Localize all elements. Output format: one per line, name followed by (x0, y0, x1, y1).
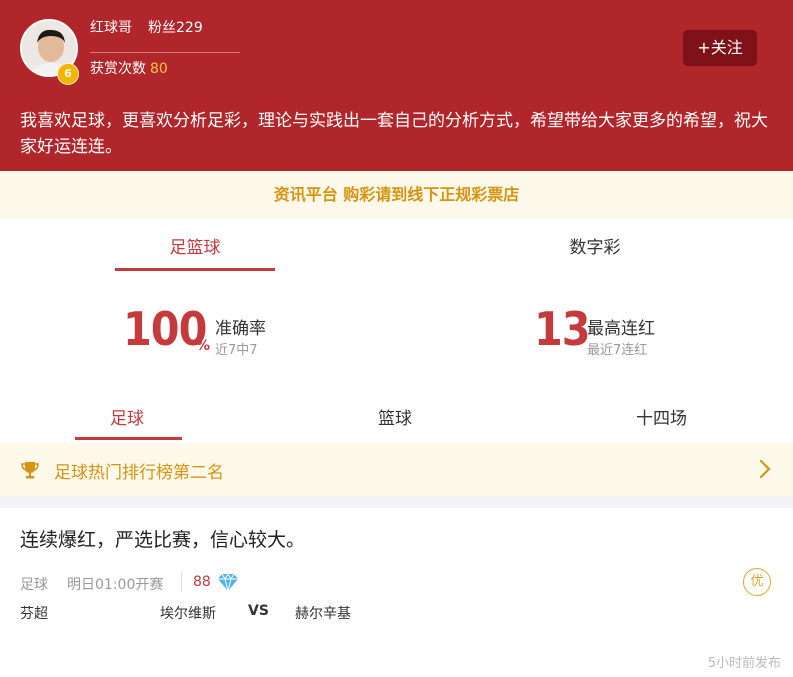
publish-time: 5小时前发布 (707, 656, 781, 671)
accuracy-value: 100 (123, 302, 207, 356)
profile-bio: 我喜欢足球，更喜欢分析足彩，理论与实践出一套自己的分析方式，希望带给大家更多的希… (20, 111, 768, 157)
accuracy-label: 准确率 (215, 319, 266, 339)
streak-value: 13 (534, 302, 591, 356)
post-sport: 足球 (20, 577, 48, 593)
notice-banner: 资讯平台 购彩请到线下正规彩票店 (0, 171, 793, 219)
reward-count: 80 (150, 61, 168, 77)
username: 红球哥 (90, 20, 132, 36)
reward-info: 获赏次数 80 (90, 58, 168, 78)
tab-football[interactable]: 足球 (110, 404, 144, 429)
ranking-text: 足球热门排行榜第二名 (54, 463, 224, 483)
diamond-icon (218, 573, 238, 592)
streak-label: 最高连红 (587, 319, 655, 339)
accuracy-sub: 近7中7 (215, 343, 258, 358)
chevron-right-icon[interactable] (758, 458, 772, 480)
post-kickoff: 明日01:00开赛 (67, 577, 164, 593)
section-gap (0, 496, 793, 508)
tab-digital-lottery[interactable]: 数字彩 (515, 233, 675, 258)
follow-button[interactable]: +关注 (683, 30, 757, 66)
active-subtab-indicator (75, 437, 182, 440)
fans-count: 粉丝229 (148, 20, 203, 36)
reward-label: 获赏次数 (90, 61, 146, 77)
tab-football-basketball[interactable]: 足篮球 (115, 233, 275, 258)
streak-sub: 最近7连红 (587, 343, 648, 358)
post-price: 88 (193, 574, 211, 590)
match-vs: VS (248, 603, 269, 619)
premium-badge: 优 (743, 568, 771, 596)
tab-basketball[interactable]: 篮球 (378, 404, 412, 429)
match-home-team: 埃尔维斯 (160, 606, 216, 622)
level-badge: 6 (57, 63, 79, 85)
match-league: 芬超 (20, 606, 48, 622)
match-away-team: 赫尔辛基 (295, 606, 351, 622)
tab-fourteen[interactable]: 十四场 (636, 404, 687, 429)
post-title[interactable]: 连续爆红，严选比赛，信心较大。 (20, 525, 305, 552)
active-tab-indicator (115, 268, 275, 271)
accuracy-unit: % (196, 338, 211, 354)
header-divider (90, 52, 240, 53)
meta-divider (181, 572, 182, 592)
trophy-icon (21, 462, 39, 479)
